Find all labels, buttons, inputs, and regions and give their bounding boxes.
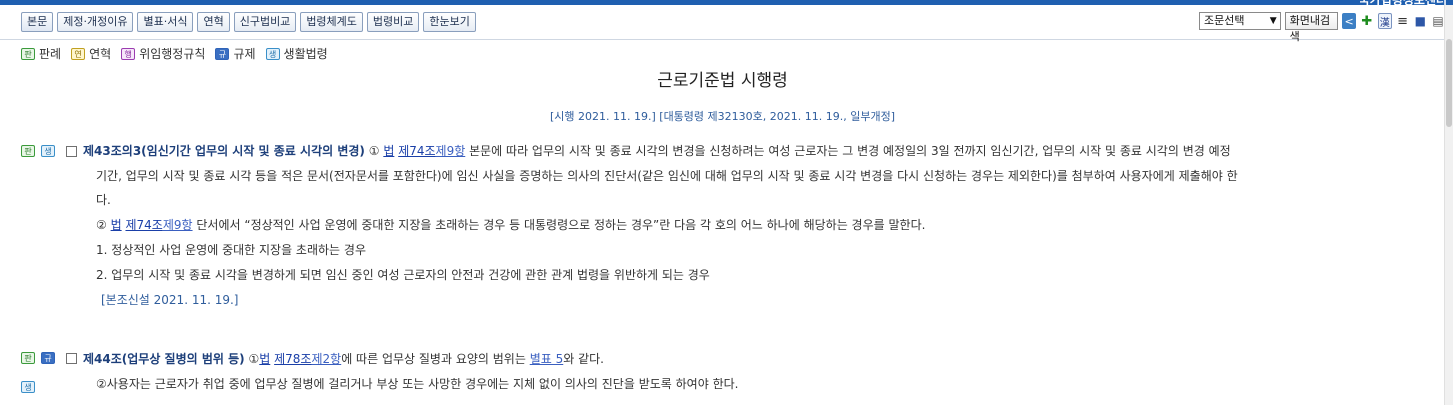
legend-item-living-law[interactable]: 생 생활법령: [265, 45, 328, 62]
tab-old-new-compare[interactable]: 신구법비교: [233, 12, 297, 32]
history-badge-icon: 연: [71, 47, 86, 60]
article-44-paragraph-2: ②사용자는 근로자가 취업 중에 업무상 질병에 걸리거나 부상 또는 사망한 …: [96, 377, 739, 391]
article-checkbox[interactable]: [66, 146, 77, 157]
enforcement-info: [시행 2021. 11. 19.] [대통령령 제32130호, 2021. …: [549, 110, 896, 123]
scrollbar-thumb[interactable]: [1446, 39, 1452, 127]
puzzle-icon[interactable]: ✚: [1360, 13, 1374, 29]
tab-history[interactable]: 연혁: [197, 12, 230, 32]
law-title: 근로기준법 시행령: [657, 71, 788, 91]
article-badges-row: 판 규: [21, 352, 59, 364]
tab-appendix-forms[interactable]: 별표·서식: [137, 12, 194, 32]
article-link[interactable]: 제74조: [398, 144, 435, 158]
document-icon[interactable]: ≡: [1396, 13, 1410, 29]
legend-item-history[interactable]: 연 연혁: [71, 45, 111, 62]
article-title: 제44조(업무상 질병의 범위 등): [83, 352, 245, 366]
paragraph-number: ①: [248, 352, 260, 366]
print-icon[interactable]: ▤: [1431, 13, 1445, 29]
article-43-3-line-1: 제43조의3(임신기간 업무의 시작 및 종료 시각의 변경) ① 법 제74조…: [83, 142, 1231, 159]
legend-label: 규제: [233, 47, 256, 61]
appendix-table-link[interactable]: 별표 5: [530, 352, 564, 366]
regulation-badge-icon: 규: [215, 47, 230, 60]
article-select[interactable]: 조문선택 ▼: [1199, 12, 1281, 30]
article-item-1: 1. 정상적인 사업 운영에 중대한 지장을 초래하는 경우: [96, 243, 366, 257]
tab-law-hierarchy[interactable]: 법령체계도: [300, 12, 363, 32]
paragraph-link[interactable]: 제9항: [163, 218, 193, 232]
chevron-down-icon: ▼: [1269, 16, 1277, 26]
article-badges: 판 생: [21, 145, 59, 157]
paragraph-number: ①: [368, 144, 380, 158]
article-text: 본문에 따라 업무의 시작 및 종료 시각의 변경을 신청하려는 여성 근로자는…: [469, 144, 1231, 158]
article-select-value: 조문선택: [1204, 14, 1245, 27]
share-icon[interactable]: <: [1342, 13, 1356, 29]
tab-overview[interactable]: 한눈보기: [423, 12, 476, 32]
law-link[interactable]: 법: [383, 144, 394, 158]
legend-label: 연혁: [89, 47, 112, 61]
tab-law-compare[interactable]: 법령비교: [366, 12, 420, 32]
article-43-3-line-3: 다.: [96, 193, 111, 207]
tab-main-text[interactable]: 본문: [21, 12, 54, 32]
legend-label: 판례: [39, 47, 62, 61]
living-law-badge-icon[interactable]: 생: [41, 145, 55, 157]
precedent-badge-icon[interactable]: 판: [21, 145, 35, 157]
legend-item-admin-rule[interactable]: 행 위임행정규칙: [121, 45, 205, 62]
toolbar-tools: 조문선택 ▼ 화면내검색 < ✚ 漢 ≡ ■ ▤: [1199, 12, 1445, 43]
toolbar: 본문 제정·개정이유 별표·서식 연혁 신구법비교 법령체계도 법령비교 한눈보…: [0, 5, 1445, 43]
in-page-search-button[interactable]: 화면내검색: [1284, 12, 1339, 43]
article-43-3-line-2: 기간, 업무의 시작 및 종료 시각 등을 적은 문서(전자문서를 포함한다)에…: [96, 169, 1238, 183]
paragraph-link[interactable]: 제2항: [311, 352, 341, 366]
living-law-badge-icon: 생: [265, 47, 280, 60]
legend-label: 생활법령: [283, 47, 328, 61]
article-checkbox[interactable]: [66, 353, 77, 364]
article-item-2: 2. 업무의 시작 및 종료 시각을 변경하게 되면 임신 중인 여성 근로자의…: [96, 268, 710, 282]
article-43-3-paragraph-2: ② 법 제74조제9항 단서에서 “정상적인 사업 운영에 중대한 지장을 초래…: [96, 216, 925, 233]
article-text: 에 따른 업무상 질병과 요양의 범위는: [341, 352, 526, 366]
precedent-badge-icon: 판: [21, 47, 35, 60]
paragraph-number: ②: [96, 218, 107, 232]
living-law-badge-icon[interactable]: 생: [21, 381, 35, 393]
admin-rule-badge-icon: 행: [121, 47, 136, 60]
article-badges: 판 규 생: [21, 352, 59, 393]
article-44-line-1: 제44조(업무상 질병의 범위 등) ①법 제78조제2항에 따른 업무상 질병…: [83, 350, 604, 367]
article-text: 와 같다.: [563, 352, 604, 366]
legend-label: 위임행정규칙: [139, 47, 206, 61]
article-title: 제43조의3(임신기간 업무의 시작 및 종료 시각의 변경): [83, 144, 365, 158]
law-link[interactable]: 법: [111, 218, 122, 232]
view-tabs: 본문 제정·개정이유 별표·서식 연혁 신구법비교 법령체계도 법령비교 한눈보…: [21, 12, 476, 32]
badge-legend: 판 판례 연 연혁 행 위임행정규칙 규 규제 생 생활법령: [21, 45, 338, 62]
legend-item-regulation[interactable]: 규 규제: [215, 45, 256, 62]
precedent-badge-icon[interactable]: 판: [21, 352, 35, 364]
amendment-note: [본조신설 2021. 11. 19.]: [101, 293, 239, 307]
save-icon[interactable]: ■: [1413, 13, 1427, 29]
vertical-scrollbar[interactable]: [1444, 5, 1453, 405]
article-link[interactable]: 제74조: [125, 218, 162, 232]
article-link[interactable]: 제78조: [274, 352, 311, 366]
paragraph-link[interactable]: 제9항: [436, 144, 466, 158]
hanja-icon[interactable]: 漢: [1377, 13, 1392, 29]
article-text: 단서에서 “정상적인 사업 운영에 중대한 지장을 초래하는 경우 등 대통령령…: [196, 218, 926, 232]
legend-item-precedent[interactable]: 판 판례: [21, 45, 61, 62]
tab-amendment-reason[interactable]: 제정·개정이유: [57, 12, 134, 32]
regulation-badge-icon[interactable]: 규: [41, 352, 55, 364]
law-link[interactable]: 법: [259, 352, 270, 366]
